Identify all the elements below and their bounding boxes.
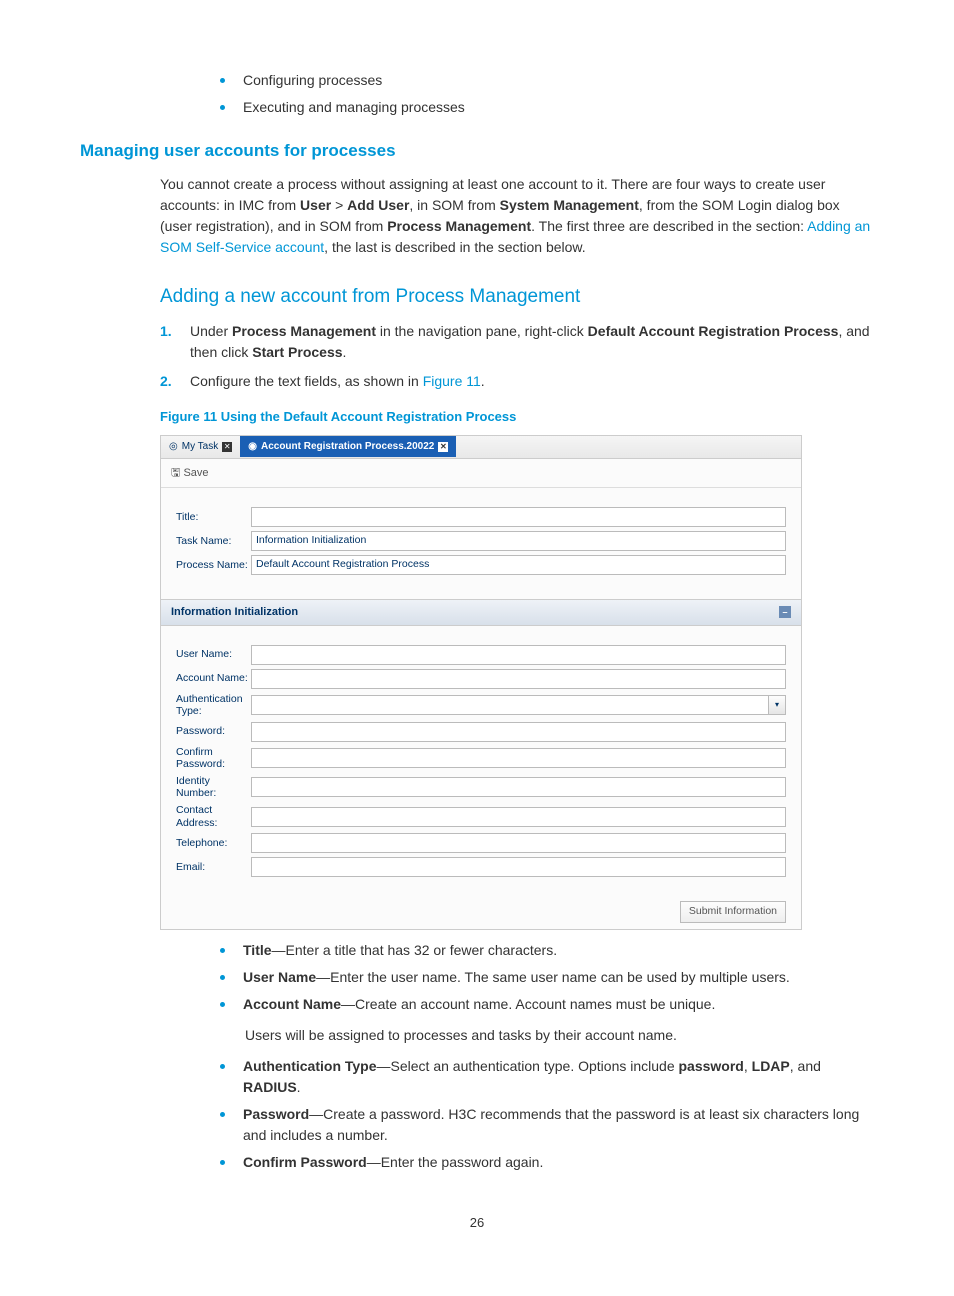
bullet-text: Configuring processes bbox=[243, 70, 382, 91]
accountname-label: Account Name: bbox=[176, 672, 251, 685]
step-1: 1. Under Process Management in the navig… bbox=[160, 321, 874, 363]
authtype-label: Authentication Type: bbox=[176, 693, 251, 718]
close-icon[interactable]: ✕ bbox=[222, 442, 232, 452]
contact-input[interactable] bbox=[251, 807, 786, 827]
page-number: 26 bbox=[80, 1213, 874, 1233]
password-label: Password: bbox=[176, 725, 251, 738]
accountname-input[interactable] bbox=[251, 669, 786, 689]
field-authtype: Authentication Type—Select an authentica… bbox=[220, 1056, 874, 1098]
taskname-input[interactable]: Information Initialization bbox=[251, 531, 786, 551]
submit-button[interactable]: Submit Information bbox=[680, 901, 786, 923]
processname-label: Process Name: bbox=[176, 559, 251, 572]
section-heading: Managing user accounts for processes bbox=[80, 138, 874, 164]
subsection-heading: Adding a new account from Process Manage… bbox=[160, 283, 874, 312]
bullet-icon bbox=[220, 1064, 225, 1069]
field-username: User Name—Enter the user name. The same … bbox=[220, 967, 874, 988]
paragraph: You cannot create a process without assi… bbox=[160, 174, 874, 258]
step-2: 2. Configure the text fields, as shown i… bbox=[160, 371, 874, 392]
processname-input[interactable]: Default Account Registration Process bbox=[251, 555, 786, 575]
identity-input[interactable] bbox=[251, 777, 786, 797]
username-label: User Name: bbox=[176, 648, 251, 661]
telephone-input[interactable] bbox=[251, 833, 786, 853]
step-number: 1. bbox=[160, 321, 190, 363]
telephone-label: Telephone: bbox=[176, 837, 251, 850]
field-accountname: Account Name—Create an account name. Acc… bbox=[220, 994, 874, 1015]
figure-screenshot: ◎My Task✕ ◉Account Registration Process.… bbox=[160, 435, 802, 931]
title-input[interactable] bbox=[251, 507, 786, 527]
collapse-icon[interactable]: – bbox=[779, 606, 791, 618]
bullet-icon bbox=[220, 1002, 225, 1007]
bullet-icon bbox=[220, 78, 225, 83]
intro-bullet: Configuring processes bbox=[220, 70, 874, 91]
bullet-icon bbox=[220, 1112, 225, 1117]
confirmpw-label: Confirm Password: bbox=[176, 746, 251, 771]
authtype-select[interactable] bbox=[251, 695, 769, 715]
link-figure-11[interactable]: Figure 11 bbox=[423, 373, 481, 389]
bullet-icon bbox=[220, 105, 225, 110]
sub-note: Users will be assigned to processes and … bbox=[245, 1025, 874, 1046]
username-input[interactable] bbox=[251, 645, 786, 665]
tab-my-task[interactable]: ◎My Task✕ bbox=[161, 436, 240, 457]
close-icon[interactable]: ✕ bbox=[438, 442, 448, 452]
section-bar[interactable]: Information Initialization – bbox=[161, 599, 801, 626]
intro-bullet: Executing and managing processes bbox=[220, 97, 874, 118]
field-title: Title—Enter a title that has 32 or fewer… bbox=[220, 940, 874, 961]
field-confirmpw: Confirm Password—Enter the password agai… bbox=[220, 1152, 874, 1173]
chevron-down-icon[interactable]: ▾ bbox=[769, 695, 786, 715]
save-button[interactable]: 🖫 Save bbox=[171, 467, 209, 479]
bullet-text: Executing and managing processes bbox=[243, 97, 465, 118]
email-input[interactable] bbox=[251, 857, 786, 877]
taskname-label: Task Name: bbox=[176, 535, 251, 548]
contact-label: Contact Address: bbox=[176, 804, 251, 829]
password-input[interactable] bbox=[251, 722, 786, 742]
figure-caption: Figure 11 Using the Default Account Regi… bbox=[160, 407, 874, 427]
email-label: Email: bbox=[176, 861, 251, 874]
field-password: Password—Create a password. H3C recommen… bbox=[220, 1104, 874, 1146]
step-number: 2. bbox=[160, 371, 190, 392]
tab-account-registration[interactable]: ◉Account Registration Process.20022✕ bbox=[240, 436, 456, 457]
bullet-icon bbox=[220, 975, 225, 980]
identity-label: Identity Number: bbox=[176, 775, 251, 800]
title-label: Title: bbox=[176, 511, 251, 524]
bullet-icon bbox=[220, 948, 225, 953]
confirmpw-input[interactable] bbox=[251, 748, 786, 768]
bullet-icon bbox=[220, 1160, 225, 1165]
